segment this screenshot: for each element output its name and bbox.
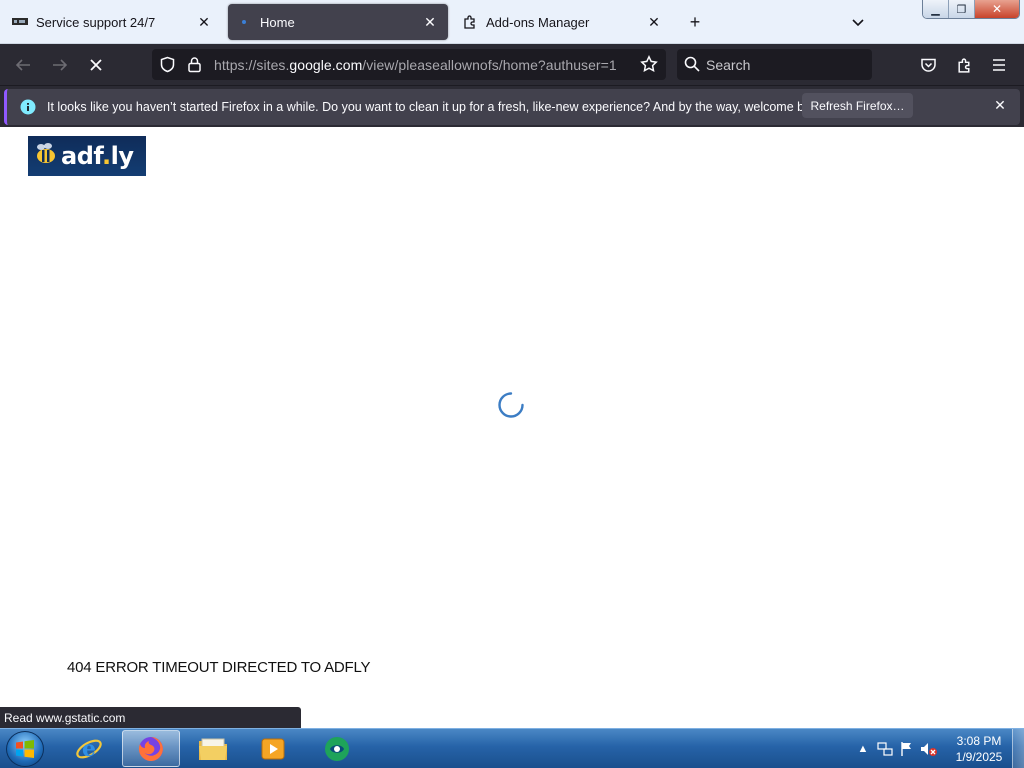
tab-title: Add-ons Manager bbox=[486, 14, 590, 30]
search-input[interactable]: Search bbox=[706, 57, 750, 73]
loading-dot-icon bbox=[236, 14, 252, 30]
tab-title: Service support 24/7 bbox=[36, 14, 156, 30]
new-tab-button[interactable]: + bbox=[683, 10, 707, 34]
close-icon[interactable]: ✕ bbox=[420, 12, 440, 32]
taskbar-file-explorer[interactable] bbox=[184, 730, 242, 767]
service-support-favicon bbox=[12, 14, 28, 30]
clock-time: 3:08 PM bbox=[956, 734, 1002, 748]
loading-spinner-icon bbox=[498, 392, 524, 418]
restore-button[interactable]: ❐ bbox=[949, 0, 975, 18]
tab-strip: Service support 24/7 ✕ Home ✕ Add-ons Ma… bbox=[0, 0, 1024, 44]
firefox-icon bbox=[138, 736, 163, 761]
tracking-protection-shield-icon[interactable] bbox=[159, 56, 176, 78]
puzzle-piece-icon bbox=[462, 14, 478, 30]
volume-muted-icon[interactable] bbox=[920, 740, 938, 758]
info-icon bbox=[20, 99, 36, 120]
show-desktop-button[interactable] bbox=[1012, 729, 1024, 768]
lock-icon[interactable] bbox=[187, 56, 202, 78]
window-controls: ▁ ❐ ✕ bbox=[922, 0, 1020, 19]
clock-date: 1/9/2025 bbox=[955, 750, 1003, 764]
logo-dot: . bbox=[102, 142, 111, 170]
close-icon[interactable]: ✕ bbox=[194, 12, 214, 32]
close-window-button[interactable]: ✕ bbox=[975, 0, 1019, 18]
url-prefix: https://sites. bbox=[214, 57, 290, 73]
green-app-icon bbox=[325, 736, 349, 761]
action-center-flag-icon[interactable] bbox=[898, 740, 916, 758]
logo-text: adf bbox=[61, 142, 103, 170]
url-bar[interactable]: https://sites.google.com/view/pleaseallo… bbox=[152, 49, 666, 80]
minimize-button[interactable]: ▁ bbox=[923, 0, 949, 18]
error-message: 404 ERROR TIMEOUT DIRECTED TO ADFLY bbox=[67, 659, 371, 676]
system-tray: ▲ 3:08 PM 1/9/2025 bbox=[852, 729, 1024, 768]
notification-message: It looks like you haven’t started Firefo… bbox=[47, 100, 828, 114]
close-icon[interactable]: ✕ bbox=[644, 12, 664, 32]
adfly-logo[interactable]: adf.ly bbox=[28, 136, 146, 176]
bee-icon bbox=[32, 141, 58, 172]
close-icon[interactable]: ✕ bbox=[990, 95, 1010, 115]
start-button[interactable] bbox=[6, 731, 44, 767]
url-path: /view/pleaseallownofs/home?authuser=1 bbox=[362, 57, 617, 73]
search-icon bbox=[684, 56, 700, 77]
internet-explorer-icon: e bbox=[76, 736, 102, 762]
search-bar[interactable]: Search bbox=[677, 49, 872, 80]
svg-text:e: e bbox=[82, 736, 96, 762]
tab-addons-manager[interactable]: Add-ons Manager ✕ bbox=[454, 4, 672, 40]
network-icon[interactable] bbox=[876, 740, 894, 758]
taskbar-internet-explorer[interactable]: e bbox=[60, 730, 118, 767]
back-button[interactable] bbox=[10, 52, 36, 78]
page-content: adf.ly 404 ERROR TIMEOUT DIRECTED TO ADF… bbox=[0, 127, 1024, 728]
tab-home[interactable]: Home ✕ bbox=[228, 4, 448, 40]
pocket-icon[interactable] bbox=[915, 52, 941, 78]
tab-service-support[interactable]: Service support 24/7 ✕ bbox=[4, 4, 222, 40]
list-all-tabs-button[interactable] bbox=[846, 10, 870, 34]
taskbar-app-green[interactable] bbox=[308, 730, 366, 767]
url-host: google.com bbox=[289, 57, 363, 73]
hamburger-menu-icon[interactable] bbox=[986, 52, 1012, 78]
stop-loading-button[interactable] bbox=[83, 52, 109, 78]
extensions-puzzle-icon[interactable] bbox=[951, 52, 977, 78]
logo-suffix: ly bbox=[110, 142, 134, 170]
windows-logo-icon bbox=[16, 740, 34, 758]
taskbar-media-player[interactable] bbox=[244, 730, 302, 767]
navigation-toolbar: https://sites.google.com/view/pleaseallo… bbox=[0, 44, 1024, 85]
system-clock[interactable]: 3:08 PM 1/9/2025 bbox=[946, 733, 1012, 765]
url-text[interactable]: https://sites.google.com/view/pleaseallo… bbox=[214, 57, 617, 73]
forward-button[interactable] bbox=[47, 52, 73, 78]
bookmark-star-icon[interactable] bbox=[640, 55, 658, 78]
show-hidden-icons-arrow[interactable]: ▲ bbox=[854, 740, 872, 758]
refresh-firefox-button[interactable]: Refresh Firefox… bbox=[802, 93, 913, 118]
status-bar: Read www.gstatic.com bbox=[0, 707, 301, 729]
taskbar-firefox[interactable] bbox=[122, 730, 180, 767]
taskbar: e ▲ 3:08 PM 1/9/2025 bbox=[0, 728, 1024, 768]
media-player-icon bbox=[261, 738, 285, 759]
tab-title: Home bbox=[260, 14, 295, 30]
adfly-logo-text: adf.ly bbox=[61, 142, 134, 170]
folder-icon bbox=[199, 738, 227, 760]
